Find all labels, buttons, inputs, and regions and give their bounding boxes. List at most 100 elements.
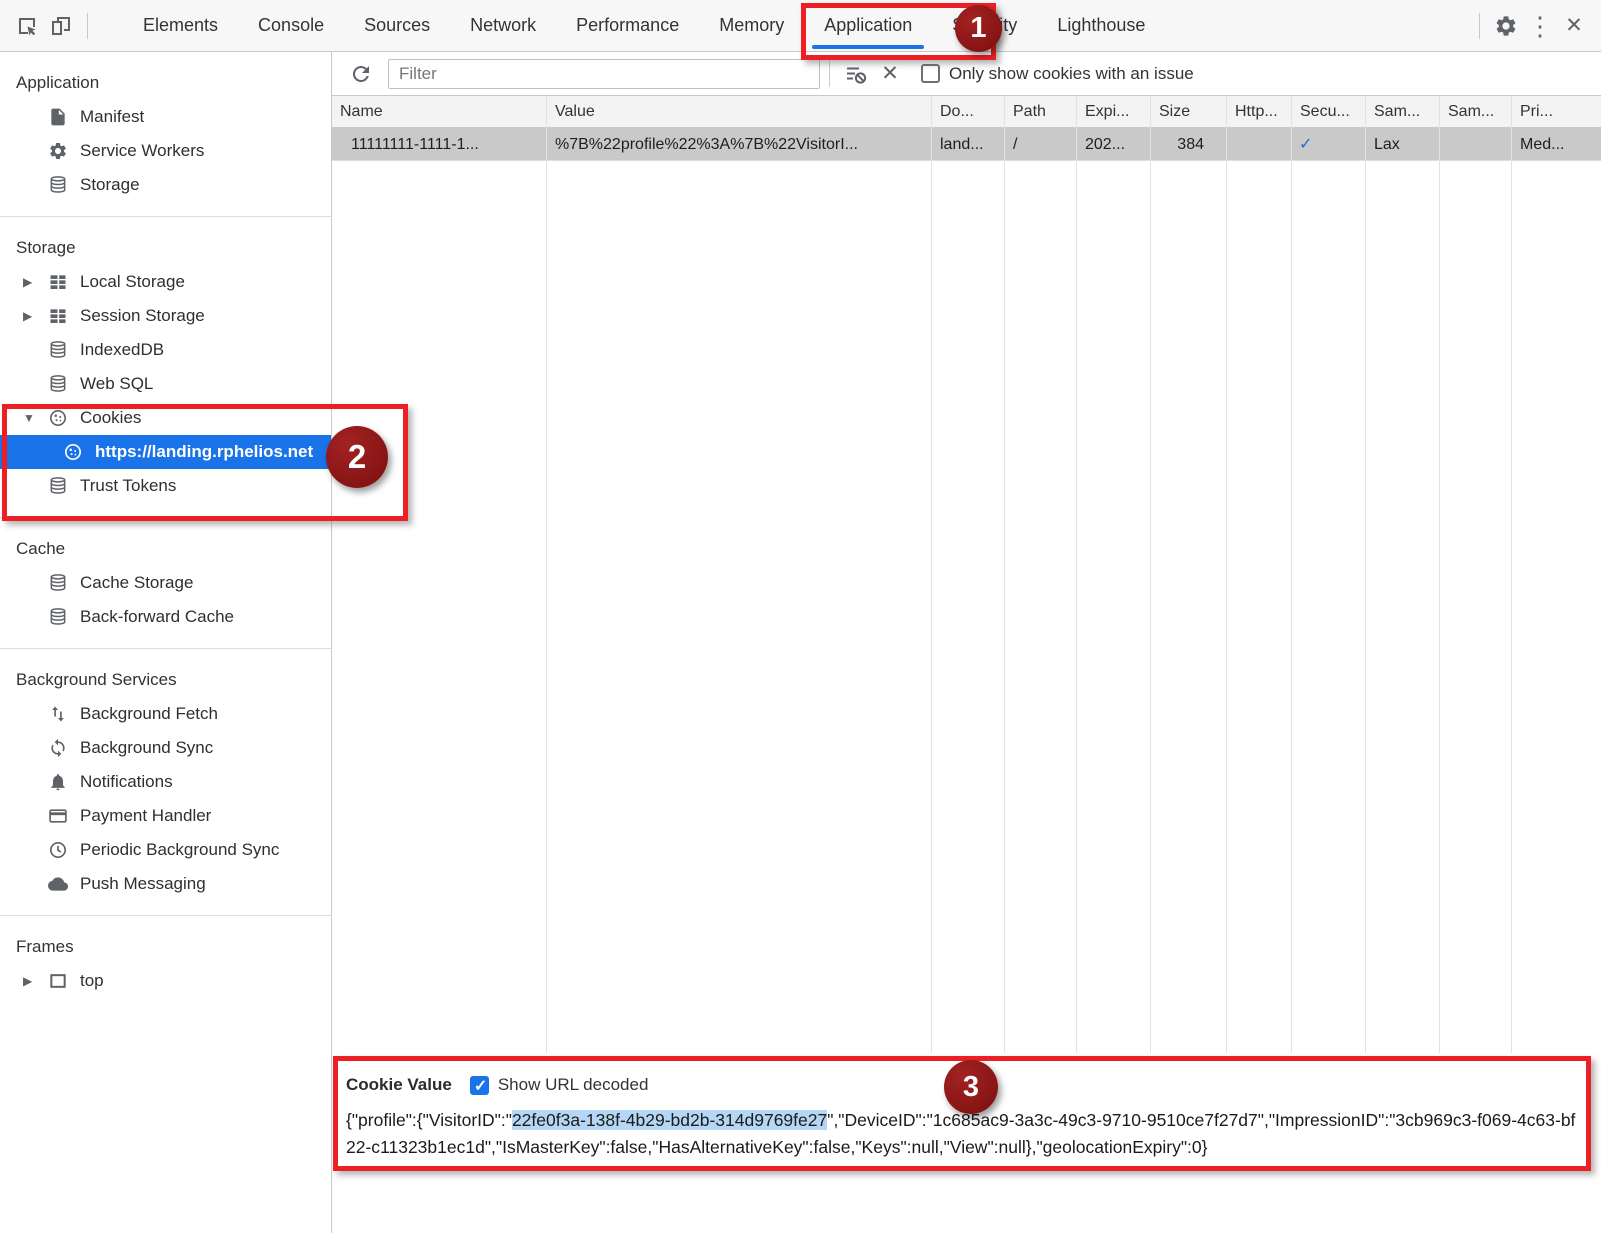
cookie-cell-path[interactable]: / bbox=[1005, 128, 1076, 161]
cookie-cell-domain[interactable]: land... bbox=[932, 128, 1004, 161]
column-header-size[interactable]: Size bbox=[1151, 96, 1226, 128]
column-header-sameparty[interactable]: Sam... bbox=[1440, 96, 1511, 128]
sidebar-item-label: Manifest bbox=[80, 107, 144, 127]
cloud-icon bbox=[47, 873, 69, 895]
sidebar-item-periodic-background-sync[interactable]: Periodic Background Sync bbox=[0, 833, 331, 867]
cookie-value-before-selection: {"profile":{"VisitorID":" bbox=[346, 1110, 512, 1130]
delete-selected-icon[interactable]: ✕ bbox=[873, 57, 907, 91]
column-header-domain[interactable]: Do... bbox=[932, 96, 1004, 128]
cookie-cell-samesite[interactable]: Lax bbox=[1366, 128, 1439, 161]
column-header-value[interactable]: Value bbox=[547, 96, 931, 128]
clear-all-cookies-icon[interactable] bbox=[839, 57, 873, 91]
database-icon bbox=[47, 174, 69, 196]
divider bbox=[1479, 13, 1480, 39]
sidebar-item-cookies-landing-rphelios[interactable]: https://landing.rphelios.net bbox=[0, 435, 331, 469]
cookie-cell-httponly[interactable] bbox=[1227, 128, 1291, 161]
column-header-secure[interactable]: Secu... bbox=[1292, 96, 1365, 128]
gear-icon bbox=[47, 140, 69, 162]
chevron-right-icon[interactable]: ▶ bbox=[23, 299, 32, 333]
more-options-icon[interactable]: ⋮ bbox=[1523, 9, 1557, 43]
tab-application[interactable]: Application bbox=[804, 0, 932, 51]
sidebar-item-web-sql[interactable]: Web SQL bbox=[0, 367, 331, 401]
tabbar-right-controls: ⋮ ✕ bbox=[1470, 9, 1601, 43]
cookies-panel: ✕ Only show cookies with an issue Name 1… bbox=[332, 52, 1601, 1233]
table-grid-icon bbox=[47, 271, 69, 293]
sidebar-item-label: Back-forward Cache bbox=[80, 607, 234, 627]
column-httponly: Http... bbox=[1227, 96, 1292, 1053]
tab-console[interactable]: Console bbox=[238, 0, 344, 51]
tab-lighthouse[interactable]: Lighthouse bbox=[1037, 0, 1165, 51]
refresh-icon[interactable] bbox=[344, 57, 378, 91]
bell-icon bbox=[47, 771, 69, 793]
column-header-samesite[interactable]: Sam... bbox=[1366, 96, 1439, 128]
tab-security[interactable]: Security bbox=[932, 0, 1037, 51]
column-header-name[interactable]: Name bbox=[332, 96, 546, 128]
sidebar-section-background-services: Background Services Background Fetch Bac… bbox=[0, 648, 331, 915]
only-issue-checkbox[interactable] bbox=[921, 64, 940, 83]
sidebar-item-manifest[interactable]: Manifest bbox=[0, 100, 331, 134]
section-title: Background Services bbox=[0, 663, 331, 697]
tab-performance[interactable]: Performance bbox=[556, 0, 699, 51]
cookie-cell-value[interactable]: %7B%22profile%22%3A%7B%22VisitorI... bbox=[547, 128, 931, 161]
sidebar-item-background-fetch[interactable]: Background Fetch bbox=[0, 697, 331, 731]
tab-elements[interactable]: Elements bbox=[123, 0, 238, 51]
database-icon bbox=[47, 572, 69, 594]
column-header-expires[interactable]: Expi... bbox=[1077, 96, 1150, 128]
cookie-value-text[interactable]: {"profile":{"VisitorID":"22fe0f3a-138f-4… bbox=[346, 1107, 1584, 1161]
column-header-path[interactable]: Path bbox=[1005, 96, 1076, 128]
show-url-decoded-label: Show URL decoded bbox=[498, 1075, 649, 1095]
sidebar-item-label: Trust Tokens bbox=[80, 476, 176, 496]
sidebar-item-cache-storage[interactable]: Cache Storage bbox=[0, 566, 331, 600]
cookie-cell-secure-checkmark[interactable]: ✓ bbox=[1292, 128, 1365, 161]
cookie-value-pane: Cookie Value Show URL decoded {"profile"… bbox=[332, 1062, 1601, 1161]
chevron-right-icon[interactable]: ▶ bbox=[23, 265, 32, 299]
cookie-value-selected-text: 22fe0f3a-138f-4b29-bd2b-314d9769fe27 bbox=[512, 1110, 827, 1130]
database-icon bbox=[47, 475, 69, 497]
sidebar-item-trust-tokens[interactable]: Trust Tokens bbox=[0, 469, 331, 503]
inspect-element-icon[interactable] bbox=[10, 9, 44, 43]
sidebar-item-label: Storage bbox=[80, 175, 140, 195]
sidebar-item-notifications[interactable]: Notifications bbox=[0, 765, 331, 799]
column-samesite: Sam... Lax bbox=[1366, 96, 1440, 1053]
file-icon bbox=[47, 106, 69, 128]
sidebar-item-cookies[interactable]: ▼ Cookies bbox=[0, 401, 331, 435]
section-title: Cache bbox=[0, 532, 331, 566]
sidebar-item-indexeddb[interactable]: IndexedDB bbox=[0, 333, 331, 367]
sidebar-section-frames: Frames ▶ top bbox=[0, 915, 331, 1012]
column-path: Path / bbox=[1005, 96, 1077, 1053]
cookie-cell-expires[interactable]: 202... bbox=[1077, 128, 1150, 161]
database-icon bbox=[47, 606, 69, 628]
column-header-httponly[interactable]: Http... bbox=[1227, 96, 1291, 128]
database-icon bbox=[47, 339, 69, 361]
clock-icon bbox=[47, 839, 69, 861]
sidebar-item-storage[interactable]: Storage bbox=[0, 168, 331, 202]
sidebar-item-session-storage[interactable]: ▶ Session Storage bbox=[0, 299, 331, 333]
cookie-cell-name[interactable]: 11111111-1111-1... bbox=[332, 128, 546, 161]
sidebar-item-service-workers[interactable]: Service Workers bbox=[0, 134, 331, 168]
show-url-decoded-checkbox[interactable] bbox=[470, 1076, 489, 1095]
close-devtools-icon[interactable]: ✕ bbox=[1557, 9, 1591, 43]
settings-gear-icon[interactable] bbox=[1489, 9, 1523, 43]
chevron-down-icon[interactable]: ▼ bbox=[23, 401, 35, 435]
chevron-right-icon[interactable]: ▶ bbox=[23, 964, 32, 998]
cookie-cell-priority[interactable]: Med... bbox=[1512, 128, 1601, 161]
filter-input[interactable] bbox=[388, 59, 820, 89]
section-title: Frames bbox=[0, 930, 331, 964]
sidebar-item-label: Notifications bbox=[80, 772, 173, 792]
cookie-cell-sameparty[interactable] bbox=[1440, 128, 1511, 161]
divider bbox=[87, 13, 88, 39]
column-header-priority[interactable]: Pri... bbox=[1512, 96, 1601, 128]
device-toolbar-icon[interactable] bbox=[44, 9, 78, 43]
cookie-cell-size[interactable]: 384 bbox=[1151, 128, 1226, 161]
cookie-value-title: Cookie Value bbox=[346, 1075, 452, 1095]
tab-network[interactable]: Network bbox=[450, 0, 556, 51]
sidebar-item-local-storage[interactable]: ▶ Local Storage bbox=[0, 265, 331, 299]
sidebar-item-push-messaging[interactable]: Push Messaging bbox=[0, 867, 331, 901]
sidebar-item-back-forward-cache[interactable]: Back-forward Cache bbox=[0, 600, 331, 634]
tab-memory[interactable]: Memory bbox=[699, 0, 804, 51]
tab-sources[interactable]: Sources bbox=[344, 0, 450, 51]
devtools-body: Application Manifest Service Workers Sto… bbox=[0, 52, 1601, 1233]
sidebar-item-payment-handler[interactable]: Payment Handler bbox=[0, 799, 331, 833]
sidebar-item-frame-top[interactable]: ▶ top bbox=[0, 964, 331, 998]
sidebar-item-background-sync[interactable]: Background Sync bbox=[0, 731, 331, 765]
